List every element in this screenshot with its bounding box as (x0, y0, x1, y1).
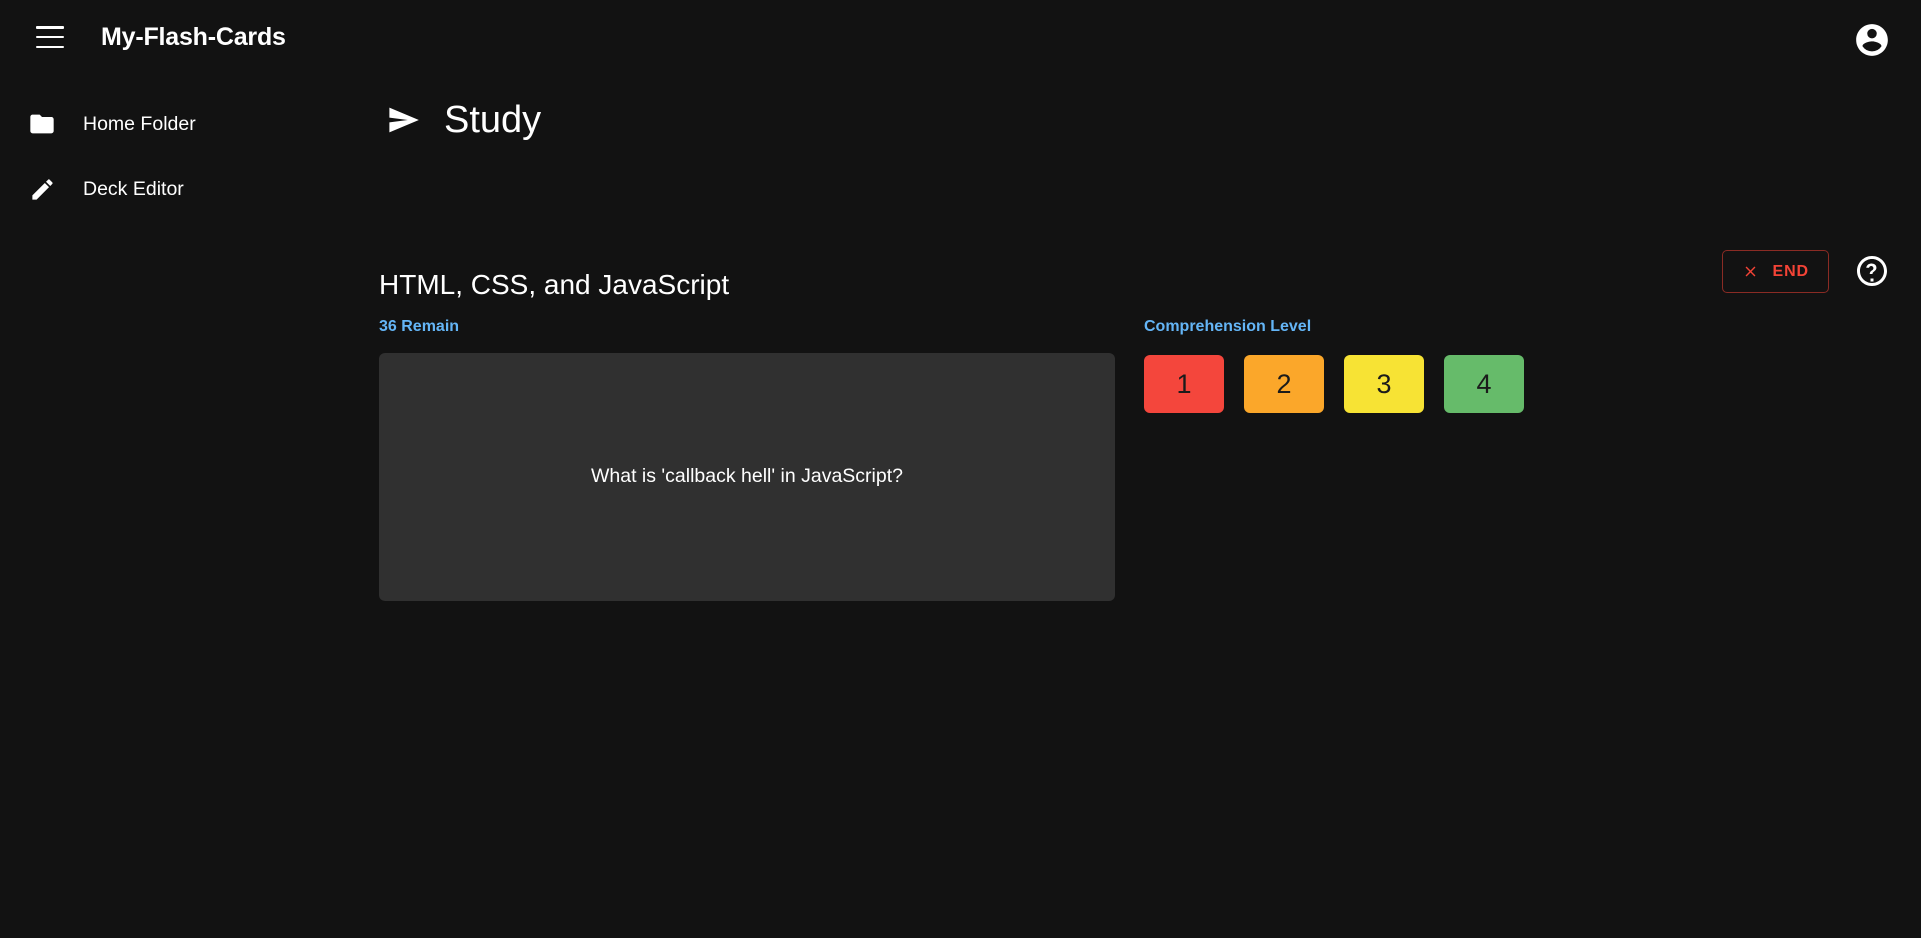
page-header: Study (379, 92, 541, 148)
comprehension-level-3-button[interactable]: 3 (1344, 355, 1424, 413)
help-circle-icon[interactable] (1854, 253, 1890, 289)
app-title: My-Flash-Cards (101, 23, 286, 51)
account-circle-icon[interactable] (1853, 21, 1891, 59)
main-content: Study HTML, CSS, and JavaScript END 36 R… (375, 78, 1921, 938)
deck-title: HTML, CSS, and JavaScript (379, 269, 730, 301)
hamburger-line (36, 26, 64, 29)
comprehension-level-4-button[interactable]: 4 (1444, 355, 1524, 413)
end-session-button[interactable]: END (1721, 250, 1829, 293)
hamburger-line (36, 45, 64, 48)
cards-remaining-label: 36 Remain (379, 318, 460, 335)
end-button-label: END (1772, 262, 1809, 280)
sidebar-item-label: Home Folder (83, 112, 196, 135)
top-app-bar: My-Flash-Cards (0, 0, 1921, 78)
flashcard-question-text: What is 'callback hell' in JavaScript? (591, 465, 903, 488)
sidebar-item-label: Deck Editor (83, 177, 184, 200)
comprehension-level-1-button[interactable]: 1 (1144, 355, 1224, 413)
sidebar-navigation: Home Folder Deck Editor (0, 78, 375, 938)
comprehension-level-group: 1 2 3 4 (1144, 355, 1524, 413)
flashcard[interactable]: What is 'callback hell' in JavaScript? (379, 353, 1115, 601)
sidebar-item-home-folder[interactable]: Home Folder (0, 99, 375, 149)
close-x-icon (1742, 263, 1759, 280)
comprehension-level-label: Comprehension Level (1144, 318, 1312, 335)
sidebar-item-deck-editor[interactable]: Deck Editor (0, 164, 375, 214)
send-arrow-icon (379, 101, 427, 139)
comprehension-level-2-button[interactable]: 2 (1244, 355, 1324, 413)
hamburger-line (36, 35, 64, 39)
pencil-edit-icon (25, 172, 59, 206)
folder-icon (25, 107, 59, 141)
hamburger-menu-icon[interactable] (36, 26, 64, 48)
page-title: Study (444, 99, 542, 141)
